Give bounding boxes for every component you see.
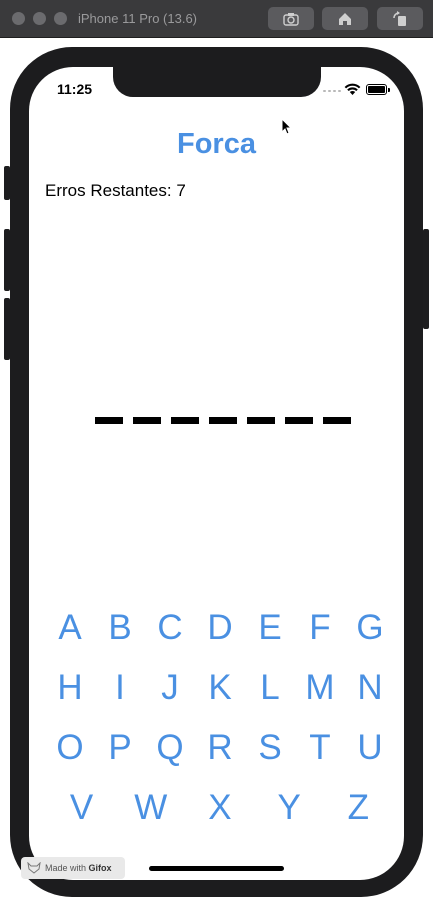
letter-key-a[interactable]: A [46, 608, 94, 648]
power-button [423, 229, 429, 329]
keyboard-row: ABCDEFG [45, 598, 395, 658]
mouse-cursor-icon [281, 118, 293, 135]
word-display [95, 417, 351, 424]
letter-key-o[interactable]: O [46, 728, 94, 768]
signal-icon [323, 90, 341, 92]
letter-key-x[interactable]: X [196, 788, 244, 828]
keyboard-row: HIJKLMN [45, 658, 395, 718]
notch [113, 67, 321, 97]
letter-slot [285, 417, 313, 424]
rotate-button[interactable] [377, 7, 423, 30]
letter-slot [247, 417, 275, 424]
letter-key-h[interactable]: H [46, 668, 94, 708]
letter-slot [171, 417, 199, 424]
wifi-icon [344, 83, 361, 95]
letter-key-t[interactable]: T [296, 728, 344, 768]
letter-slot [95, 417, 123, 424]
letter-key-k[interactable]: K [196, 668, 244, 708]
letter-key-g[interactable]: G [346, 608, 394, 648]
rotate-icon [393, 10, 406, 26]
letter-key-n[interactable]: N [346, 668, 394, 708]
letter-key-u[interactable]: U [346, 728, 394, 768]
home-indicator[interactable] [149, 866, 284, 871]
zoom-window-button[interactable] [54, 12, 67, 25]
fox-icon [27, 862, 41, 874]
close-window-button[interactable] [12, 12, 25, 25]
letter-key-p[interactable]: P [96, 728, 144, 768]
letter-key-r[interactable]: R [196, 728, 244, 768]
letter-key-f[interactable]: F [296, 608, 344, 648]
battery-icon [366, 84, 390, 95]
status-time: 11:25 [57, 81, 93, 97]
watermark-prefix: Made with [45, 863, 87, 873]
letter-key-e[interactable]: E [246, 608, 294, 648]
letter-slot [323, 417, 351, 424]
home-button[interactable] [322, 7, 368, 30]
letter-key-q[interactable]: Q [146, 728, 194, 768]
letter-key-w[interactable]: W [127, 788, 175, 828]
minimize-window-button[interactable] [33, 12, 46, 25]
letter-key-s[interactable]: S [246, 728, 294, 768]
letter-key-v[interactable]: V [58, 788, 106, 828]
letter-slot [209, 417, 237, 424]
letter-key-m[interactable]: M [296, 668, 344, 708]
letter-key-z[interactable]: Z [334, 788, 382, 828]
home-icon [339, 12, 351, 25]
keyboard-row: OPQRSTU [45, 718, 395, 778]
letter-key-l[interactable]: L [246, 668, 294, 708]
letter-key-c[interactable]: C [146, 608, 194, 648]
letter-key-y[interactable]: Y [265, 788, 313, 828]
letter-key-b[interactable]: B [96, 608, 144, 648]
screenshot-button[interactable] [268, 7, 314, 30]
app-title: Forca [177, 128, 256, 160]
errors-remaining-label: Erros Restantes: 7 [45, 181, 186, 200]
camera-icon [283, 12, 299, 26]
watermark-brand: Gifox [88, 863, 112, 873]
letter-key-j[interactable]: J [146, 668, 194, 708]
letter-key-i[interactable]: I [96, 668, 144, 708]
letter-slot [133, 417, 161, 424]
keyboard-row: VWXYZ [45, 778, 395, 838]
letter-keyboard: ABCDEFGHIJKLMNOPQRSTUVWXYZ [45, 598, 395, 838]
letter-key-d[interactable]: D [196, 608, 244, 648]
simulator-titlebar: iPhone 11 Pro (13.6) [0, 0, 433, 38]
window-title: iPhone 11 Pro (13.6) [78, 11, 197, 26]
gifox-watermark: Made with Gifox [21, 857, 125, 879]
